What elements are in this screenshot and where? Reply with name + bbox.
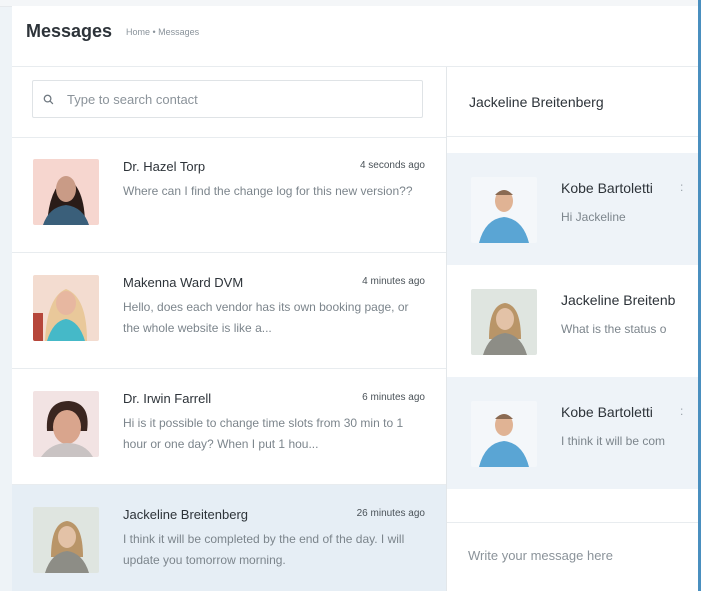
page-header: Messages Home • Messages	[12, 6, 701, 67]
avatar	[471, 401, 537, 467]
contact-name: Jackeline Breitenberg	[123, 507, 249, 522]
chat-text: I think it will be com	[561, 434, 666, 448]
search-input[interactable]	[65, 90, 409, 108]
chat-text: What is the status o	[561, 322, 667, 336]
avatar	[471, 289, 537, 355]
contact-time: 4 seconds ago	[359, 160, 425, 171]
chat-text: Hi Jackeline	[561, 210, 626, 224]
breadcrumb[interactable]: Home • Messages	[126, 27, 199, 37]
contact-list-pane: Dr. Hazel Torp 4 seconds ago Where can I…	[12, 67, 447, 591]
contact-item-jackeline-breitenberg[interactable]: Jackeline Breitenberg 26 minutes ago I t…	[12, 485, 446, 591]
avatar	[33, 507, 99, 573]
contact-preview: I think it will be completed by the end …	[123, 532, 405, 567]
contact-preview: Hello, does each vendor has its own book…	[123, 300, 409, 335]
contact-name: Dr. Irwin Farrell	[123, 391, 212, 406]
contact-preview: Hi is it possible to change time slots f…	[123, 416, 404, 451]
chat-sender: Kobe Bartoletti	[561, 180, 653, 196]
message-input[interactable]	[466, 547, 690, 564]
contact-item-irwin-farrell[interactable]: Dr. Irwin Farrell 6 minutes ago Hi is it…	[12, 369, 446, 485]
contact-time: 4 minutes ago	[362, 276, 425, 287]
avatar	[33, 275, 99, 341]
chat-sender: Kobe Bartoletti	[561, 404, 653, 420]
chat-meta: :	[680, 404, 684, 418]
chat-message: Jackeline Breitenb What is the status o	[447, 265, 701, 377]
chat-sender: Jackeline Breitenb	[561, 292, 676, 308]
contact-time: 26 minutes ago	[356, 508, 425, 519]
message-composer	[447, 522, 701, 591]
avatar	[471, 177, 537, 243]
page-title: Messages	[26, 21, 113, 41]
chat-message: Kobe Bartoletti : I think it will be com	[447, 377, 701, 489]
avatar	[33, 159, 99, 225]
messages-panel: Messages Home • Messages Type to search …	[12, 6, 701, 591]
search-area	[12, 67, 446, 138]
contact-name: Makenna Ward DVM	[123, 275, 244, 290]
chat-message: Kobe Bartoletti : Hi Jackeline	[447, 153, 701, 265]
contact-item-hazel-torp[interactable]: Dr. Hazel Torp 4 seconds ago Where can I…	[12, 137, 446, 253]
contact-item-makenna-ward[interactable]: Makenna Ward DVM 4 minutes ago Hello, do…	[12, 253, 446, 369]
chat-header: Jackeline Breitenberg	[447, 67, 701, 137]
chat-pane: Jackeline Breitenberg Kobe Bartoletti : …	[447, 67, 701, 591]
chat-contact-name: Jackeline Breitenberg	[469, 94, 604, 110]
search-box[interactable]	[32, 80, 423, 118]
contact-preview: Where can I find the change log for this…	[123, 184, 413, 198]
contact-time: 6 minutes ago	[362, 392, 425, 403]
search-icon	[43, 92, 57, 106]
avatar	[33, 391, 99, 457]
chat-meta: :	[680, 180, 684, 194]
contact-name: Dr. Hazel Torp	[123, 159, 206, 174]
